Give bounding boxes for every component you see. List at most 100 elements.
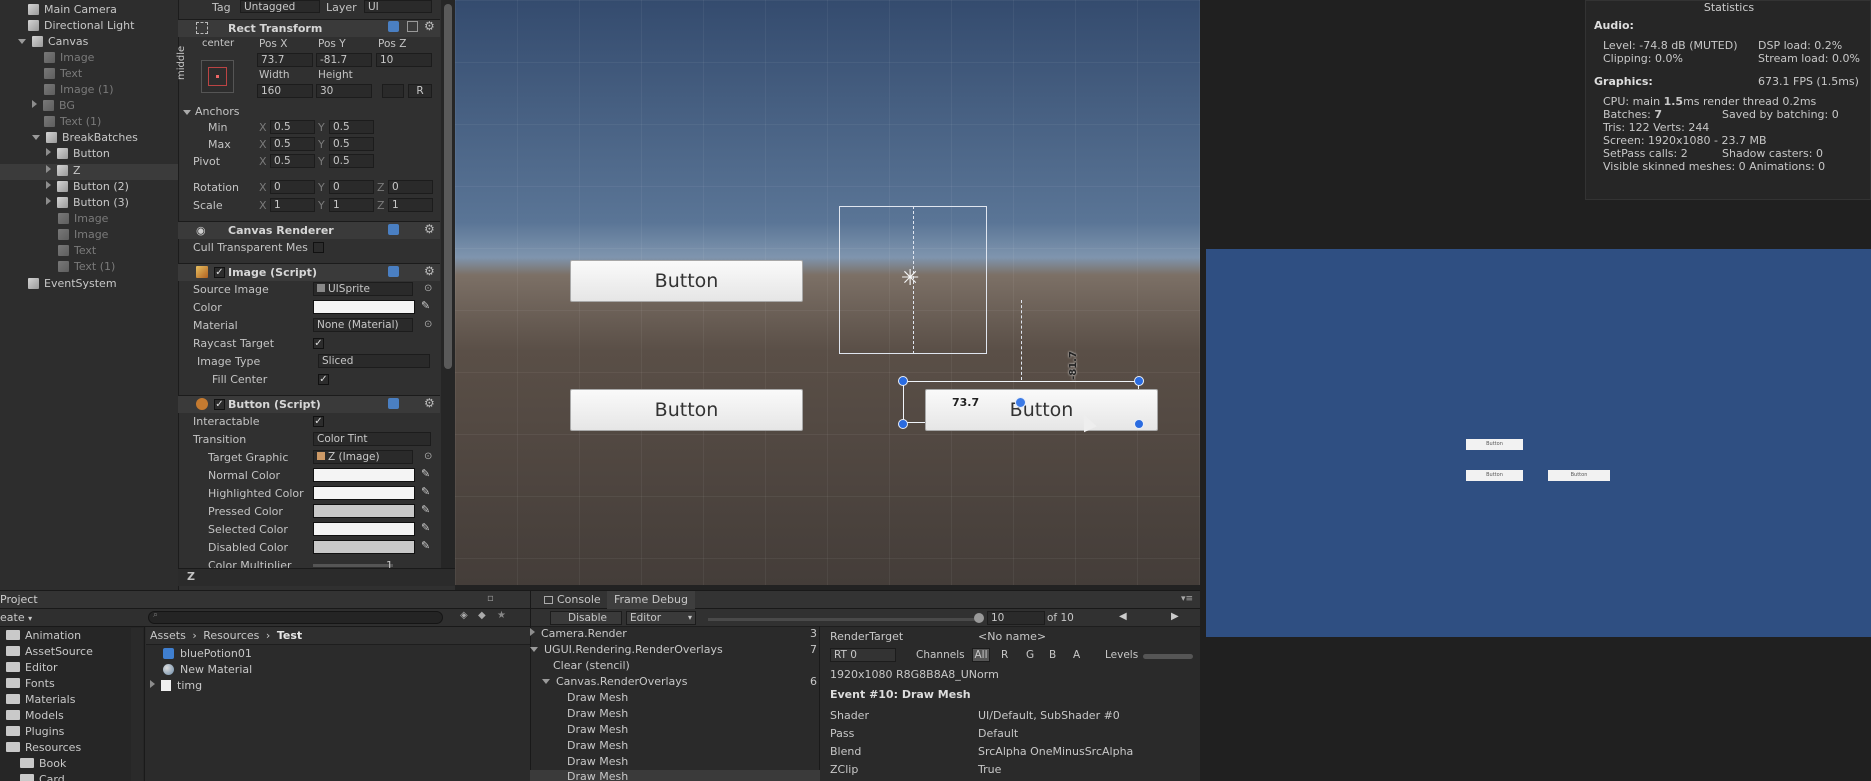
event-slider[interactable] — [708, 618, 983, 621]
eyedropper-icon[interactable]: ✎ — [421, 485, 430, 498]
expand-arrow-icon[interactable] — [46, 197, 51, 205]
event-tree-item[interactable]: Draw Mesh — [567, 739, 628, 752]
expand-arrow-icon[interactable] — [46, 181, 51, 189]
resize-handle[interactable] — [1134, 419, 1144, 429]
eyedropper-icon[interactable]: ✎ — [421, 467, 430, 480]
hierarchy-item[interactable]: Canvas — [18, 35, 88, 48]
inspector-scrollbar[interactable] — [441, 0, 455, 568]
event-tree-item[interactable]: Clear (stencil) — [553, 659, 630, 672]
preset-icon[interactable] — [407, 21, 418, 32]
image-type-dropdown[interactable]: Sliced — [318, 354, 430, 368]
expand-arrow-icon[interactable] — [150, 680, 155, 688]
pos-z-field[interactable]: 10 — [376, 53, 432, 67]
hierarchy-item[interactable]: BG — [32, 99, 75, 112]
channel-b-button[interactable]: B — [1049, 649, 1056, 661]
expand-arrow-icon[interactable] — [18, 39, 26, 44]
lock-icon[interactable]: ▫ — [487, 593, 494, 604]
channel-g-button[interactable]: G — [1026, 649, 1034, 661]
anchor-max-y[interactable]: 0.5 — [329, 137, 374, 151]
previous-event-icon[interactable]: ◀ — [1119, 611, 1127, 622]
editor-dropdown[interactable]: Editor ▾ — [626, 611, 696, 625]
resize-handle[interactable] — [898, 419, 908, 429]
event-tree-item[interactable]: Canvas.RenderOverlays — [542, 675, 688, 688]
hierarchy-item[interactable]: Image — [58, 212, 108, 225]
next-event-icon[interactable]: ▶ — [1171, 611, 1179, 622]
anchor-min-y[interactable]: 0.5 — [329, 120, 374, 134]
scene-button[interactable]: Button — [570, 260, 803, 302]
pressed-color-swatch[interactable] — [313, 504, 415, 518]
normal-color-swatch[interactable] — [313, 468, 415, 482]
anchor-preset-button[interactable] — [201, 60, 234, 93]
panel-menu-icon[interactable]: ▾≡ — [1181, 594, 1193, 604]
gear-icon[interactable]: ⚙ — [424, 19, 435, 33]
event-tree-item[interactable]: Draw Mesh — [567, 723, 628, 736]
object-picker-icon[interactable]: ⊙ — [424, 283, 432, 294]
width-field[interactable]: 160 — [257, 84, 313, 98]
hierarchy-item[interactable]: Button — [46, 147, 110, 160]
pos-x-field[interactable]: 73.7 — [257, 53, 313, 67]
hierarchy-item[interactable]: Image — [44, 51, 94, 64]
expand-arrow-icon[interactable] — [32, 135, 40, 140]
console-tab[interactable]: Console — [537, 591, 608, 609]
help-icon[interactable] — [388, 21, 399, 32]
target-graphic-field[interactable]: Z (Image) — [313, 450, 413, 464]
hierarchy-item[interactable]: Text (1) — [58, 260, 115, 273]
asset-item[interactable]: timg — [150, 679, 202, 692]
canvas-renderer-header[interactable]: Canvas Renderer — [178, 221, 440, 239]
image-enabled-checkbox[interactable]: ✓ — [214, 267, 225, 278]
highlighted-color-swatch[interactable] — [313, 486, 415, 500]
color-multiplier-slider[interactable] — [313, 564, 393, 567]
expand-arrow-icon[interactable] — [32, 100, 37, 108]
transition-dropdown[interactable]: Color Tint — [313, 432, 431, 446]
scale-z[interactable]: 1 — [388, 198, 433, 212]
scale-x[interactable]: 1 — [270, 198, 315, 212]
interactable-checkbox[interactable]: ✓ — [313, 416, 324, 427]
scene-view[interactable]: Button Button ✳ Button 73.7 -81.7 — [455, 0, 1200, 585]
folder-item[interactable]: Editor — [6, 661, 58, 674]
event-tree-item[interactable]: Camera.Render — [530, 627, 627, 640]
filter-icon[interactable]: ◈ — [460, 610, 468, 621]
asset-item[interactable]: bluePotion01 — [163, 647, 252, 660]
eyedropper-icon[interactable]: ✎ — [421, 539, 430, 552]
favorite-icon[interactable]: ★ — [497, 610, 506, 621]
color-swatch[interactable] — [313, 300, 415, 314]
raycast-target-checkbox[interactable]: ✓ — [313, 338, 324, 349]
scene-button[interactable]: Button — [570, 389, 803, 431]
source-image-field[interactable]: UISprite — [313, 282, 413, 296]
folder-item[interactable]: Animation — [6, 629, 81, 642]
hierarchy-item[interactable]: Button (2) — [46, 180, 129, 193]
help-icon[interactable] — [388, 266, 399, 277]
create-dropdown[interactable]: eate ▾ — [0, 611, 32, 624]
disable-button[interactable]: Disable — [550, 611, 622, 625]
button-enabled-checkbox[interactable]: ✓ — [214, 399, 225, 410]
project-tab[interactable]: Project — [0, 593, 38, 606]
gear-icon[interactable]: ⚙ — [424, 222, 435, 236]
event-step-field[interactable]: 10 — [987, 611, 1045, 625]
resize-handle[interactable] — [1134, 376, 1144, 386]
breadcrumb-item[interactable]: Test — [277, 629, 302, 642]
tag-dropdown[interactable]: Untagged — [240, 0, 320, 13]
event-tree-item[interactable]: Draw Mesh — [567, 755, 628, 768]
hierarchy-item[interactable]: Main Camera — [28, 3, 117, 16]
folder-item[interactable]: AssetSource — [6, 645, 93, 658]
material-field[interactable]: None (Material) — [313, 318, 413, 332]
hierarchy-item[interactable]: BreakBatches — [32, 131, 138, 144]
hierarchy-item[interactable]: Image (1) — [44, 83, 114, 96]
height-field[interactable]: 30 — [316, 84, 372, 98]
hierarchy-item[interactable]: Image — [58, 228, 108, 241]
folder-item[interactable]: Materials — [6, 693, 75, 706]
frame-debug-tab[interactable]: Frame Debug — [607, 591, 695, 609]
rect-transform-header[interactable]: Rect Transform — [178, 19, 440, 37]
breadcrumb-item[interactable]: Resources — [203, 629, 259, 642]
fill-center-checkbox[interactable]: ✓ — [318, 374, 329, 385]
rotation-x[interactable]: 0 — [270, 180, 315, 194]
asset-item[interactable]: New Material — [163, 663, 252, 676]
help-icon[interactable] — [388, 224, 399, 235]
rotation-z[interactable]: 0 — [388, 180, 433, 194]
layer-dropdown[interactable]: UI — [364, 0, 432, 13]
hierarchy-item[interactable]: Text (1) — [44, 115, 101, 128]
gear-icon[interactable]: ⚙ — [424, 264, 435, 278]
folder-item[interactable]: Card — [20, 773, 65, 781]
expand-arrow-icon[interactable] — [542, 679, 550, 684]
breadcrumb-item[interactable]: Assets — [150, 629, 186, 642]
